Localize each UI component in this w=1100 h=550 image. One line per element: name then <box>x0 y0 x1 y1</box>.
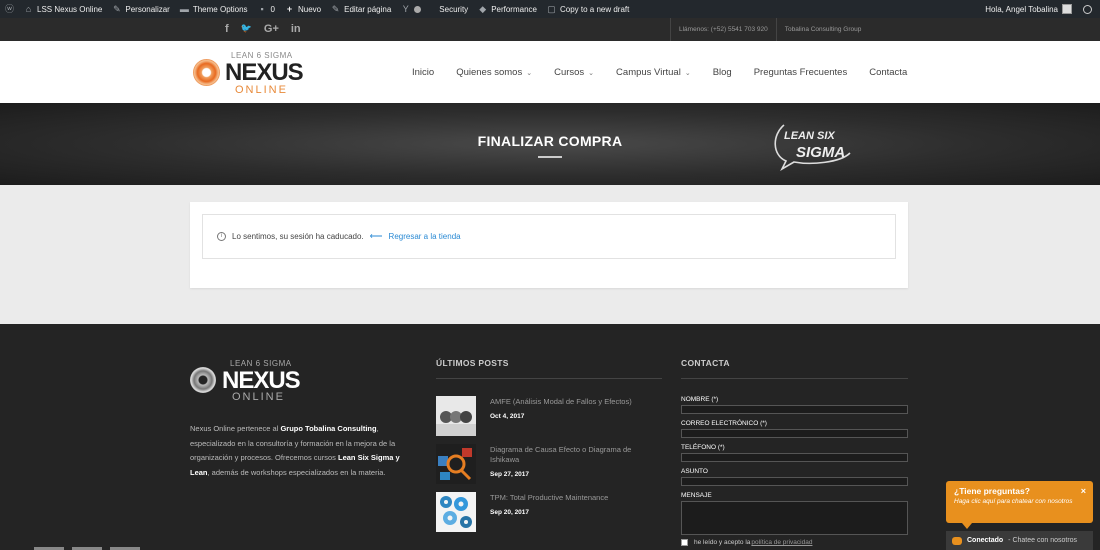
svg-text:LEAN SIX: LEAN SIX <box>784 130 835 142</box>
site-footer: LEAN 6 SIGMA NEXUS ONLINE Nexus Online p… <box>0 324 1100 550</box>
post-thumbnail[interactable] <box>436 444 476 484</box>
phone-field[interactable] <box>681 453 908 462</box>
chat-invite-bubble[interactable]: ¿Tiene preguntas? Haga clic aquí para ch… <box>946 481 1093 523</box>
nav-item-cursos[interactable]: Cursos ⌄ <box>543 63 605 82</box>
pencil-icon: ✎ <box>331 3 340 14</box>
session-expired-notice: i Lo sentimos, su sesión ha caducado. ⟵ … <box>202 214 896 259</box>
new-content-link[interactable]: + Nuevo <box>280 0 326 18</box>
post-title[interactable]: TPM: Total Productive Maintenance <box>490 492 608 503</box>
google-plus-icon[interactable]: G+ <box>264 23 279 35</box>
post-title[interactable]: AMFE (Análisis Modal de Fallos y Efectos… <box>490 396 632 407</box>
page-title-banner: FINALIZAR COMPRA LEAN SIX SIGMA <box>0 103 1100 185</box>
security-link[interactable]: Security <box>434 0 473 18</box>
company-text: Tobalina Consulting Group <box>775 18 870 41</box>
yoast-icon[interactable]: Y <box>396 0 426 18</box>
phone-text: Llámenos: (+52) 5541 703 920 <box>670 18 776 41</box>
lean-six-sigma-badge: LEAN SIX SIGMA <box>774 124 851 171</box>
contact-form: NOMBRE (*) CORREO ELECTRÓNICO (*) TELÉFO… <box>681 396 908 546</box>
phone-label: TELÉFONO (*) <box>681 444 725 451</box>
chevron-down-icon: ⌄ <box>588 69 595 77</box>
close-icon[interactable]: × <box>1081 486 1086 496</box>
search-icon[interactable] <box>1083 4 1092 14</box>
folder-icon: ▬ <box>179 3 189 14</box>
page-title: FINALIZAR COMPRA <box>477 133 623 149</box>
wordpress-logo-icon[interactable]: ⓦ <box>0 0 19 18</box>
logo-swirl-icon <box>193 59 220 86</box>
site-logo[interactable]: LEAN 6 SIGMA NEXUS ONLINE <box>193 51 304 97</box>
brush-icon: ✎ <box>113 3 121 14</box>
footer-logo[interactable]: LEAN 6 SIGMA NEXUS ONLINE <box>190 359 301 405</box>
contact-heading: CONTACTA <box>681 358 908 379</box>
copy-draft-link[interactable]: ▢ Copy to a new draft <box>542 0 634 18</box>
performance-icon: ◆ <box>479 3 487 14</box>
chat-bubble-tail <box>962 523 972 529</box>
info-icon: i <box>217 232 226 241</box>
post-date: Sep 27, 2017 <box>490 471 530 478</box>
user-account-menu[interactable]: Hola, Angel Tobalina <box>980 0 1077 18</box>
latest-posts-heading: ÚLTIMOS POSTS <box>436 358 662 379</box>
return-to-shop-link[interactable]: Regresar a la tienda <box>389 232 461 241</box>
latest-posts-list: AMFE (Análisis Modal de Fallos y Efectos… <box>436 396 662 540</box>
chat-icon <box>952 536 962 545</box>
list-item[interactable]: TPM: Total Productive Maintenance Sep 20… <box>436 492 662 540</box>
checkout-content: i Lo sentimos, su sesión ha caducado. ⟵ … <box>190 202 908 288</box>
chat-status-bar[interactable]: Conectado - Chatee con nosotros <box>946 531 1093 550</box>
logo-swirl-icon <box>190 367 216 393</box>
seo-status-dot <box>414 5 422 13</box>
subject-field[interactable] <box>681 477 908 486</box>
chat-title: ¿Tiene preguntas? <box>954 486 1030 496</box>
edit-page-link[interactable]: ✎ Editar página <box>326 0 396 18</box>
twitter-icon[interactable]: 🐦 <box>241 23 252 35</box>
privacy-checkbox[interactable] <box>681 539 688 546</box>
main-nav: Inicio Quienes somos ⌄ Cursos ⌄ Campus Vir… <box>401 63 918 82</box>
arrow-left-icon: ⟵ <box>369 231 383 241</box>
nav-item-inicio[interactable]: Inicio <box>401 63 445 82</box>
avatar <box>1062 4 1072 14</box>
nav-item-quienes-somos[interactable]: Quienes somos ⌄ <box>445 63 543 82</box>
nav-item-blog[interactable]: Blog <box>702 63 743 82</box>
site-header: LEAN 6 SIGMA NEXUS ONLINE Inicio Quienes… <box>0 41 1100 103</box>
wp-admin-bar: ⓦ ⌂ LSS Nexus Online ✎ Personalizar ▬ Theme… <box>0 0 1100 18</box>
home-icon: ⌂ <box>25 3 32 14</box>
privacy-policy-link[interactable]: política de privacidad <box>751 539 812 546</box>
svg-text:SIGMA: SIGMA <box>796 144 845 161</box>
nav-item-campus-virtual[interactable]: Campus Virtual ⌄ <box>605 63 702 82</box>
comment-icon: ▪ <box>260 3 264 14</box>
email-label: CORREO ELECTRÓNICO (*) <box>681 420 767 427</box>
name-field[interactable] <box>681 405 908 414</box>
subject-label: ASUNTO <box>681 468 708 475</box>
privacy-consent: he leído y acepto la política de privaci… <box>681 539 908 546</box>
top-info-strip: f 🐦 G+ in Llámenos: (+52) 5541 703 920 T… <box>0 18 1100 41</box>
customize-link[interactable]: ✎ Personalizar <box>107 0 174 18</box>
nav-item-contacta[interactable]: Contacta <box>858 63 918 82</box>
performance-link[interactable]: ◆ Performance <box>473 0 542 18</box>
post-date: Sep 20, 2017 <box>490 509 530 516</box>
post-title[interactable]: Diagrama de Causa Efecto o Diagrama de I… <box>490 444 662 465</box>
social-links: f 🐦 G+ in <box>225 23 301 35</box>
plus-icon: + <box>286 3 293 14</box>
theme-options-link[interactable]: ▬ Theme Options <box>175 0 253 18</box>
facebook-icon[interactable]: f <box>225 23 229 35</box>
post-thumbnail[interactable] <box>436 492 476 532</box>
chat-subtitle: Haga clic aquí para chatear con nosotros <box>954 498 1073 505</box>
nav-item-preguntas-frecuentes[interactable]: Preguntas Frecuentes <box>743 63 858 82</box>
list-item[interactable]: AMFE (Análisis Modal de Fallos y Efectos… <box>436 396 662 444</box>
copy-icon: ▢ <box>547 3 556 14</box>
notice-message: Lo sentimos, su sesión ha caducado. <box>232 232 364 241</box>
post-thumbnail[interactable] <box>436 396 476 436</box>
name-label: NOMBRE (*) <box>681 396 719 403</box>
comments-link[interactable]: ▪ 0 <box>253 0 280 18</box>
message-field[interactable] <box>681 501 908 535</box>
linkedin-icon[interactable]: in <box>291 23 301 35</box>
chevron-down-icon: ⌄ <box>684 69 691 77</box>
list-item[interactable]: Diagrama de Causa Efecto o Diagrama de I… <box>436 444 662 492</box>
footer-about-text: Nexus Online pertenece al Grupo Tobalina… <box>190 424 400 477</box>
post-date: Oct 4, 2017 <box>490 413 525 420</box>
title-divider <box>538 156 562 158</box>
chevron-down-icon: ⌄ <box>526 69 533 77</box>
email-field[interactable] <box>681 429 908 438</box>
site-name-link[interactable]: ⌂ LSS Nexus Online <box>19 0 107 18</box>
contact-info: Llámenos: (+52) 5541 703 920 Tobalina Co… <box>670 18 869 41</box>
message-label: MENSAJE <box>681 492 712 499</box>
